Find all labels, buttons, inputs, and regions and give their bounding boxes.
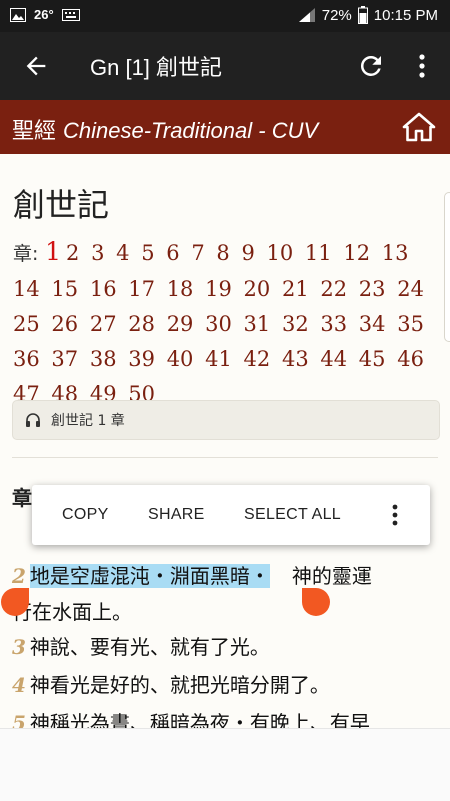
section-heading: 章 — [12, 486, 32, 510]
bible-version-banner: 聖經 Chinese-Traditional - CUV — [0, 100, 450, 154]
chapter-list: 章: 12 3 4 5 6 7 8 9 10 11 12 13 14 15 16… — [13, 234, 441, 412]
chapter-link[interactable]: 46 — [397, 347, 424, 371]
battery-icon — [357, 6, 368, 24]
bible-label: 聖經 — [12, 119, 57, 144]
verse-text: 神看光是好的、就把光暗分開了。 — [29, 673, 330, 697]
chapter-link[interactable]: 2 — [66, 241, 79, 265]
chapter-link[interactable]: 45 — [359, 347, 386, 371]
book-title: 創世記 — [13, 186, 110, 224]
chapter-link[interactable]: 7 — [191, 241, 204, 265]
verse-2-continued: 行在水面上。 — [12, 600, 132, 624]
chapter-link[interactable]: 34 — [359, 312, 386, 336]
chapter-link[interactable]: 40 — [167, 347, 194, 371]
more-options-icon[interactable] — [388, 503, 402, 527]
chapter-link[interactable]: 20 — [244, 277, 271, 301]
chapter-link[interactable]: 15 — [51, 277, 78, 301]
chapter-link[interactable]: 4 — [116, 241, 129, 265]
status-bar: 26° 72% 10:15 PM — [0, 0, 450, 32]
weather-temperature: 26° — [34, 7, 54, 22]
chapter-link[interactable]: 21 — [282, 277, 309, 301]
chapter-link[interactable]: 22 — [320, 277, 347, 301]
chapter-link[interactable]: 17 — [128, 277, 155, 301]
chapter-link[interactable]: 28 — [128, 312, 155, 336]
chapter-link[interactable]: 35 — [397, 312, 424, 336]
chapter-link[interactable]: 41 — [205, 347, 232, 371]
chapter-link[interactable]: 9 — [241, 241, 254, 265]
divider — [12, 457, 438, 458]
chapter-link[interactable]: 24 — [397, 277, 424, 301]
chapter-link[interactable]: 39 — [128, 347, 155, 371]
verse-text: 神稱光為晝、稱暗為夜・有晚上、有早 — [29, 711, 370, 728]
verse-3[interactable]: 3 神說、要有光、就有了光。 — [12, 631, 270, 660]
chapter-link[interactable]: 38 — [90, 347, 117, 371]
headphones-icon — [26, 413, 40, 427]
verse-number: 4 — [12, 673, 26, 697]
chapter-link[interactable]: 3 — [91, 241, 104, 265]
chapter-link[interactable]: 18 — [167, 277, 194, 301]
chapter-link[interactable]: 11 — [305, 241, 332, 265]
chapter-link[interactable]: 30 — [205, 312, 232, 336]
chapter-link[interactable]: 43 — [282, 347, 309, 371]
verse-2[interactable]: 2 地是空虛混沌・淵面黑暗・ 神的靈運 — [12, 560, 372, 589]
share-button[interactable]: SHARE — [148, 506, 205, 524]
chapter-link[interactable]: 14 — [13, 277, 40, 301]
home-icon[interactable] — [402, 111, 436, 143]
chapter-link[interactable]: 19 — [205, 277, 232, 301]
keyboard-icon — [61, 8, 80, 21]
copy-button[interactable]: COPY — [62, 506, 109, 524]
select-all-button[interactable]: SELECT ALL — [244, 506, 341, 524]
version-name: Chinese-Traditional - CUV — [63, 118, 319, 143]
chapter-link[interactable]: 44 — [320, 347, 347, 371]
audio-player[interactable]: 創世記 1 章 — [12, 400, 440, 440]
chapter-link[interactable]: 10 — [267, 241, 294, 265]
chapter-link[interactable]: 12 — [343, 241, 370, 265]
audio-label: 創世記 1 章 — [51, 413, 125, 429]
selection-handle-start[interactable] — [1, 588, 29, 616]
version-title: 聖經 Chinese-Traditional - CUV — [12, 113, 318, 145]
page-title: Gn [1] 創世記 — [90, 55, 223, 80]
chapter-link[interactable]: 27 — [90, 312, 117, 336]
chapter-link[interactable]: 6 — [166, 241, 179, 265]
verse-number: 2 — [12, 564, 26, 588]
battery-percent: 72% — [321, 6, 352, 24]
refresh-icon[interactable] — [356, 51, 386, 81]
signal-icon — [298, 8, 315, 22]
chapter-link[interactable]: 36 — [13, 347, 40, 371]
verse-number: 3 — [12, 635, 26, 659]
selected-text[interactable]: 地是空虛混沌・淵面黑暗・ — [29, 564, 270, 588]
chapter-link[interactable]: 33 — [320, 312, 347, 336]
verse-text: 神說、要有光、就有了光。 — [29, 635, 270, 659]
chapter-link[interactable]: 29 — [167, 312, 194, 336]
verse-4[interactable]: 4 神看光是好的、就把光暗分開了。 — [12, 669, 330, 698]
chapter-link[interactable]: 31 — [244, 312, 271, 336]
verse-5[interactable]: 5 神稱光為晝、稱暗為夜・有晚上、有早 — [12, 707, 370, 728]
clock: 10:15 PM — [373, 6, 438, 24]
chapter-link[interactable]: 32 — [282, 312, 309, 336]
scroll-indicator[interactable] — [444, 192, 450, 342]
image-icon — [10, 7, 26, 22]
verse-number: 5 — [12, 711, 26, 728]
chapter-link[interactable]: 8 — [216, 241, 229, 265]
chapter-link[interactable]: 13 — [382, 241, 409, 265]
chapter-link[interactable]: 37 — [51, 347, 78, 371]
chapter-link[interactable]: 42 — [244, 347, 271, 371]
chapter-link[interactable]: 16 — [90, 277, 117, 301]
bottom-panel — [0, 728, 450, 801]
selection-handle-end[interactable] — [302, 588, 330, 616]
chapter-label: 章: — [13, 243, 39, 265]
chapter-link[interactable]: 26 — [51, 312, 78, 336]
back-arrow-icon[interactable] — [22, 52, 50, 80]
more-vert-icon[interactable] — [412, 52, 432, 80]
chapter-link-current[interactable]: 1 — [45, 237, 61, 266]
reader-content[interactable]: 創世記 章: 12 3 4 5 6 7 8 9 10 11 12 13 14 1… — [0, 154, 450, 728]
app-bar: Gn [1] 創世記 — [0, 32, 450, 100]
verse-text: 神的靈運 — [291, 564, 372, 588]
chapter-link[interactable]: 25 — [13, 312, 40, 336]
chapter-link[interactable]: 23 — [359, 277, 386, 301]
text-selection-menu: COPY SHARE SELECT ALL — [32, 485, 430, 545]
chapter-link[interactable]: 5 — [141, 241, 154, 265]
